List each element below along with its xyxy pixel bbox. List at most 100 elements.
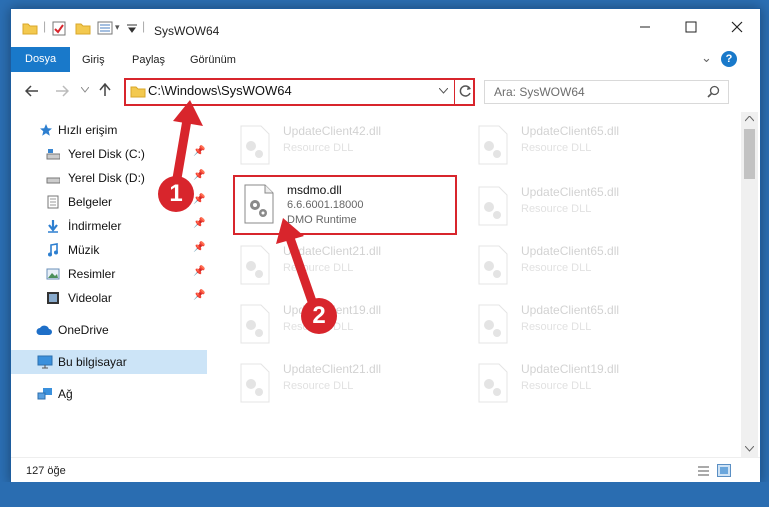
file-tile[interactable]: UpdateClient21.dll Resource DLL bbox=[231, 356, 451, 412]
file-description: Resource DLL bbox=[521, 321, 592, 333]
download-icon bbox=[48, 220, 58, 233]
file-name: UpdateClient42.dll bbox=[283, 124, 382, 138]
sidebar-item-music[interactable]: Müzik 📌 bbox=[11, 238, 207, 262]
cloud-icon bbox=[36, 325, 52, 335]
step-1-callout: 1 bbox=[158, 176, 194, 212]
address-dropdown-icon[interactable] bbox=[439, 88, 448, 94]
refresh-icon[interactable] bbox=[459, 84, 473, 98]
sidebar-item-label: Müzik bbox=[68, 243, 100, 257]
item-count: 127 öğe bbox=[26, 465, 66, 477]
sidebar-item-label: Yerel Disk (C:) bbox=[68, 147, 145, 161]
file-tile[interactable]: UpdateClient42.dll Resource DLL bbox=[231, 118, 451, 174]
computer-icon bbox=[37, 355, 53, 369]
sidebar-item-label: Yerel Disk (D:) bbox=[68, 171, 145, 185]
tab-home[interactable]: Giriş bbox=[74, 49, 113, 71]
tab-share[interactable]: Paylaş bbox=[124, 49, 173, 71]
search-box[interactable]: Ara: SysWOW64 bbox=[484, 80, 729, 104]
dll-file-icon bbox=[240, 304, 270, 344]
tiles-view-icon[interactable] bbox=[717, 464, 731, 477]
file-tile[interactable]: UpdateClient19.dll Resource DLL bbox=[231, 297, 451, 353]
pin-icon: 📌 bbox=[193, 194, 206, 205]
customize-dropdown[interactable]: ▾ bbox=[115, 22, 120, 33]
music-icon bbox=[48, 243, 58, 257]
drive-icon bbox=[46, 177, 60, 184]
status-bar: 127 öğe bbox=[11, 457, 760, 484]
file-name: msdmo.dll bbox=[287, 183, 342, 197]
close-button[interactable] bbox=[714, 9, 760, 45]
view-options-icon[interactable] bbox=[97, 21, 113, 35]
documents-icon bbox=[47, 195, 59, 209]
up-arrow-icon[interactable] bbox=[99, 83, 111, 97]
sidebar-item-label: Resimler bbox=[68, 267, 116, 281]
file-tile-msdmo[interactable]: msdmo.dll 6.6.6001.18000 DMO Runtime bbox=[233, 175, 457, 235]
file-description: Resource DLL bbox=[283, 262, 354, 274]
tab-view[interactable]: Görünüm bbox=[182, 49, 244, 71]
file-name: UpdateClient65.dll bbox=[521, 124, 620, 138]
file-tile[interactable]: UpdateClient19.dll Resource DLL bbox=[469, 356, 689, 412]
file-name: UpdateClient21.dll bbox=[283, 244, 382, 258]
drive-icon bbox=[46, 149, 60, 160]
sidebar-item-pictures[interactable]: Resimler 📌 bbox=[11, 262, 207, 286]
forward-arrow-icon[interactable] bbox=[55, 85, 69, 97]
sidebar-item-label: İndirmeler bbox=[68, 219, 122, 233]
file-description: Resource DLL bbox=[283, 380, 354, 392]
sidebar-item-downloads[interactable]: İndirmeler 📌 bbox=[11, 214, 207, 238]
sidebar-item-label: OneDrive bbox=[58, 323, 109, 337]
videos-icon bbox=[47, 292, 59, 304]
scroll-thumb[interactable] bbox=[744, 129, 755, 179]
ribbon-tabs: Dosya Giriş Paylaş Görünüm ⌄ ? bbox=[11, 45, 760, 73]
pin-icon: 📌 bbox=[193, 290, 206, 301]
pin-icon: 📌 bbox=[193, 242, 206, 253]
file-tile[interactable]: UpdateClient65.dll Resource DLL bbox=[469, 179, 689, 235]
file-description: Resource DLL bbox=[521, 142, 592, 154]
sidebar-item-quick-access[interactable]: Hızlı erişim bbox=[11, 118, 207, 142]
file-tile[interactable]: UpdateClient65.dll Resource DLL bbox=[469, 238, 689, 294]
new-folder-icon[interactable] bbox=[75, 21, 91, 35]
sidebar-item-onedrive[interactable]: OneDrive bbox=[11, 318, 207, 342]
file-tile[interactable]: UpdateClient65.dll Resource DLL bbox=[469, 297, 689, 353]
file-name: UpdateClient65.dll bbox=[521, 185, 620, 199]
minimize-icon bbox=[640, 26, 650, 28]
sidebar-item-drive-c[interactable]: Yerel Disk (C:) 📌 bbox=[11, 142, 207, 166]
title-bar: | ▾ | SysWOW64 bbox=[11, 9, 760, 45]
maximize-icon bbox=[685, 21, 697, 33]
maximize-button[interactable] bbox=[668, 9, 714, 45]
customize-icon[interactable] bbox=[127, 24, 137, 33]
sidebar-item-label: Ağ bbox=[58, 387, 73, 401]
address-bar[interactable]: C:\Windows\SysWOW64 bbox=[124, 78, 475, 106]
sidebar-item-videos[interactable]: Videolar 📌 bbox=[11, 286, 207, 310]
file-name: UpdateClient65.dll bbox=[521, 244, 620, 258]
navigation-pane: Hızlı erişim Yerel Disk (C:) 📌 Yerel Dis… bbox=[11, 112, 207, 457]
dll-file-icon bbox=[478, 363, 508, 403]
desktop-background bbox=[0, 482, 769, 507]
back-arrow-icon[interactable] bbox=[25, 85, 39, 97]
minimize-button[interactable] bbox=[622, 9, 668, 45]
file-description: Resource DLL bbox=[283, 142, 354, 154]
scroll-up-icon[interactable] bbox=[745, 116, 754, 122]
file-description: Resource DLL bbox=[521, 380, 592, 392]
pin-icon: 📌 bbox=[193, 218, 206, 229]
properties-icon[interactable] bbox=[52, 21, 66, 36]
window-title: SysWOW64 bbox=[154, 24, 220, 38]
pictures-icon bbox=[46, 268, 60, 280]
file-tile[interactable]: UpdateClient65.dll Resource DLL bbox=[469, 118, 689, 174]
details-view-icon[interactable] bbox=[697, 465, 710, 477]
search-input[interactable]: Ara: SysWOW64 bbox=[494, 85, 585, 99]
sidebar-item-this-pc[interactable]: Bu bilgisayar bbox=[11, 350, 207, 374]
pin-icon: 📌 bbox=[193, 146, 206, 157]
file-list: UpdateClient42.dll Resource DLL msdmo.dl… bbox=[209, 112, 741, 457]
file-tile[interactable]: UpdateClient21.dll Resource DLL bbox=[231, 238, 451, 294]
recent-dropdown-icon[interactable] bbox=[81, 87, 89, 93]
sidebar-item-label: Belgeler bbox=[68, 195, 113, 209]
dll-file-icon bbox=[244, 184, 274, 224]
search-icon[interactable] bbox=[707, 85, 720, 98]
tab-file[interactable]: Dosya bbox=[11, 47, 71, 72]
help-button[interactable]: ? bbox=[721, 51, 737, 67]
scroll-down-icon[interactable] bbox=[745, 446, 754, 452]
dll-file-icon bbox=[240, 363, 270, 403]
pin-icon: 📌 bbox=[193, 170, 206, 181]
vertical-scrollbar[interactable] bbox=[741, 112, 758, 457]
sidebar-item-network[interactable]: Ağ bbox=[11, 382, 207, 406]
ribbon-collapse-chevron[interactable]: ⌄ bbox=[701, 50, 712, 66]
address-path[interactable]: C:\Windows\SysWOW64 bbox=[148, 83, 292, 98]
